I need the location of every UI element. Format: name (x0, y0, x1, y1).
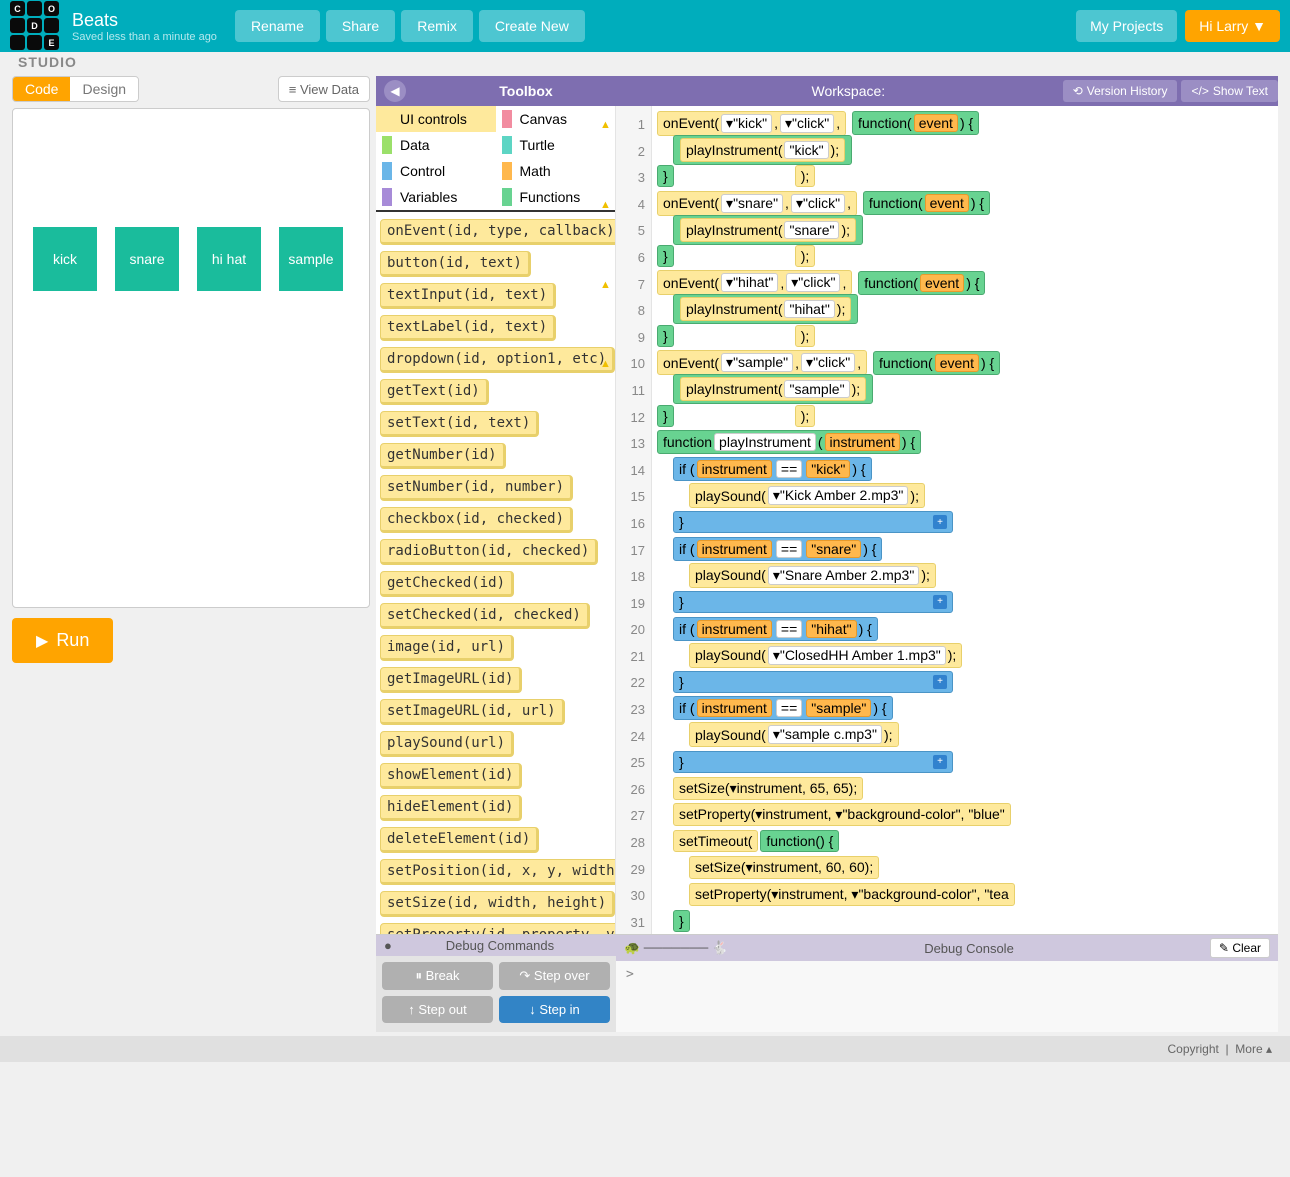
toolbox-block[interactable]: setChecked(id, checked) (380, 603, 590, 629)
toolbox-block[interactable]: radioButton(id, checked) (380, 539, 598, 565)
category-math[interactable]: Math (496, 158, 616, 184)
editor-header: ◀ Toolbox Workspace: ⟲ Version History <… (376, 76, 1278, 106)
debug-console-header: 🐢 ─────── 🐇 Debug Console ✎ Clear (616, 935, 1278, 961)
category-data[interactable]: Data (376, 132, 496, 158)
logo[interactable]: CODE (10, 1, 60, 51)
create-new-button[interactable]: Create New (479, 10, 585, 42)
category-canvas[interactable]: Canvas (496, 106, 616, 132)
toolbox-block[interactable]: setNumber(id, number) (380, 475, 573, 501)
clear-button[interactable]: ✎ Clear (1210, 938, 1270, 958)
instrument-snare[interactable]: snare (115, 227, 179, 291)
user-menu[interactable]: Hi Larry ▼ (1185, 10, 1280, 42)
remix-button[interactable]: Remix (401, 10, 473, 42)
toolbox-block[interactable]: setSize(id, width, height) (380, 891, 615, 917)
design-tab[interactable]: Design (70, 77, 138, 101)
toolbox-block[interactable]: setPosition(id, x, y, width, (380, 859, 615, 885)
toolbox-block[interactable]: textInput(id, text) (380, 283, 556, 309)
step-out-button[interactable]: ↑ Step out (382, 996, 493, 1023)
break-button[interactable]: ⏸ Break (382, 962, 493, 990)
toolbox-label: Toolbox (414, 83, 638, 99)
toolbox-block[interactable]: getImageURL(id) (380, 667, 522, 693)
run-button[interactable]: Run (12, 618, 113, 663)
category-control[interactable]: Control (376, 158, 496, 184)
toolbox-block[interactable]: showElement(id) (380, 763, 522, 789)
toolbox-block[interactable]: textLabel(id, text) (380, 315, 556, 341)
toolbox: UI controlsCanvasDataTurtleControlMathVa… (376, 106, 616, 934)
debug-commands-header: ● Debug Commands (376, 935, 616, 956)
instrument-sample[interactable]: sample (279, 227, 343, 291)
line-gutter: 1234567891011121314151617181920212223242… (616, 106, 652, 934)
toolbox-block[interactable]: dropdown(id, option1, etc) (380, 347, 615, 373)
rename-button[interactable]: Rename (235, 10, 320, 42)
toolbox-block[interactable]: deleteElement(id) (380, 827, 539, 853)
console-prompt[interactable]: > (616, 961, 1278, 988)
toolbox-block[interactable]: getText(id) (380, 379, 489, 405)
copyright-link[interactable]: Copyright (1167, 1042, 1218, 1056)
toolbox-block[interactable]: getNumber(id) (380, 443, 506, 469)
toolbox-block[interactable]: image(id, url) (380, 635, 514, 661)
app-canvas: kick snare hi hat sample (12, 108, 370, 608)
save-status: Saved less than a minute ago (72, 31, 217, 43)
toolbox-block[interactable]: onEvent(id, type, callback) (380, 219, 615, 245)
toolbox-block[interactable]: setImageURL(id, url) (380, 699, 565, 725)
category-functions[interactable]: Functions (496, 184, 616, 210)
instrument-kick[interactable]: kick (33, 227, 97, 291)
instrument-hi-hat[interactable]: hi hat (197, 227, 261, 291)
view-data-button[interactable]: ≡ View Data (278, 76, 370, 102)
toolbox-block[interactable]: button(id, text) (380, 251, 531, 277)
category-variables[interactable]: Variables (376, 184, 496, 210)
toolbox-block[interactable]: setProperty(id, property, va (380, 923, 615, 934)
code-tab[interactable]: Code (13, 77, 70, 101)
top-bar: CODE Beats Saved less than a minute ago … (0, 0, 1290, 52)
toolbox-block[interactable]: hideElement(id) (380, 795, 522, 821)
category-ui-controls[interactable]: UI controls (376, 106, 496, 132)
footer: Copyright | More ▴ (0, 1036, 1290, 1062)
toolbox-block[interactable]: checkbox(id, checked) (380, 507, 573, 533)
my-projects-button[interactable]: My Projects (1076, 10, 1177, 42)
toolbox-block[interactable]: getChecked(id) (380, 571, 514, 597)
category-turtle[interactable]: Turtle (496, 132, 616, 158)
share-button[interactable]: Share (326, 10, 395, 42)
toolbox-block[interactable]: setText(id, text) (380, 411, 539, 437)
workspace[interactable]: onEvent(▾"kick", ▾"click", function(even… (652, 106, 1278, 934)
workspace-label: Workspace: (638, 83, 1059, 99)
show-text-button[interactable]: </> Show Text (1181, 80, 1278, 102)
toolbox-block[interactable]: playSound(url) (380, 731, 514, 757)
step-over-button[interactable]: ↷ Step over (499, 962, 610, 990)
project-title: Beats (72, 10, 217, 31)
back-icon[interactable]: ◀ (384, 80, 406, 102)
version-history-button[interactable]: ⟲ Version History (1063, 80, 1178, 102)
studio-label: STUDIO (18, 54, 1290, 70)
step-in-button[interactable]: ↓ Step in (499, 996, 610, 1023)
more-link[interactable]: More ▴ (1235, 1042, 1272, 1056)
